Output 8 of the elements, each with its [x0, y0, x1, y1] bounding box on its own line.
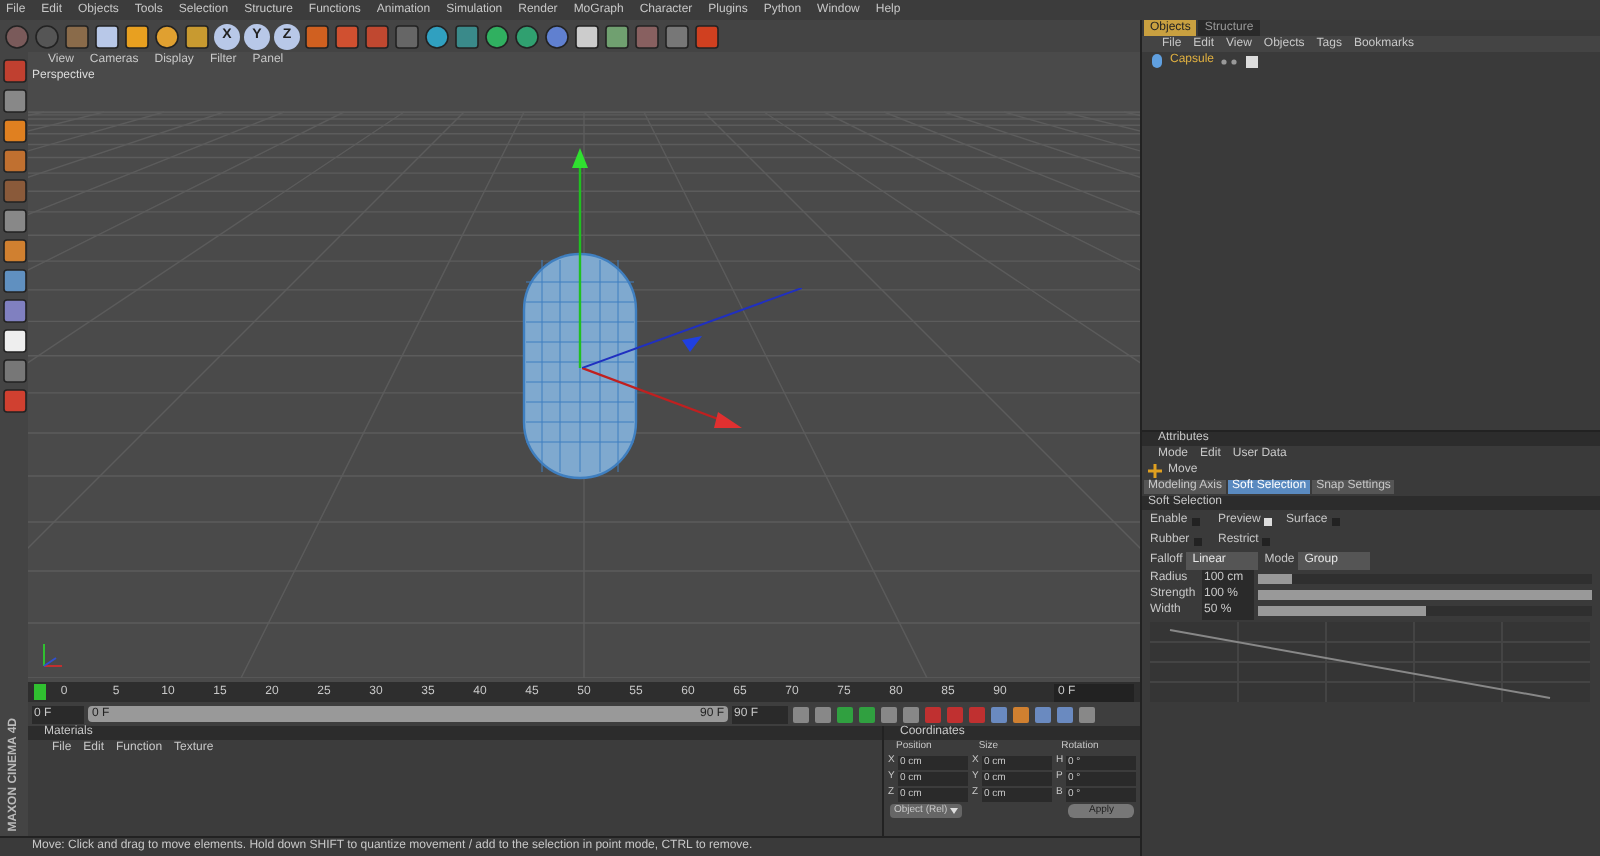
capsule-object-icon	[1150, 54, 1164, 68]
checkbox[interactable]	[1264, 517, 1273, 525]
visibility-dots-icon[interactable]	[1220, 55, 1241, 67]
x-axis-arrow-icon[interactable]	[582, 368, 742, 432]
tag-icon[interactable]	[1246, 55, 1259, 67]
z-axis-arrow-icon[interactable]	[582, 288, 802, 368]
y-axis-arrow-icon[interactable]	[570, 148, 590, 368]
caret-icon	[949, 808, 958, 814]
